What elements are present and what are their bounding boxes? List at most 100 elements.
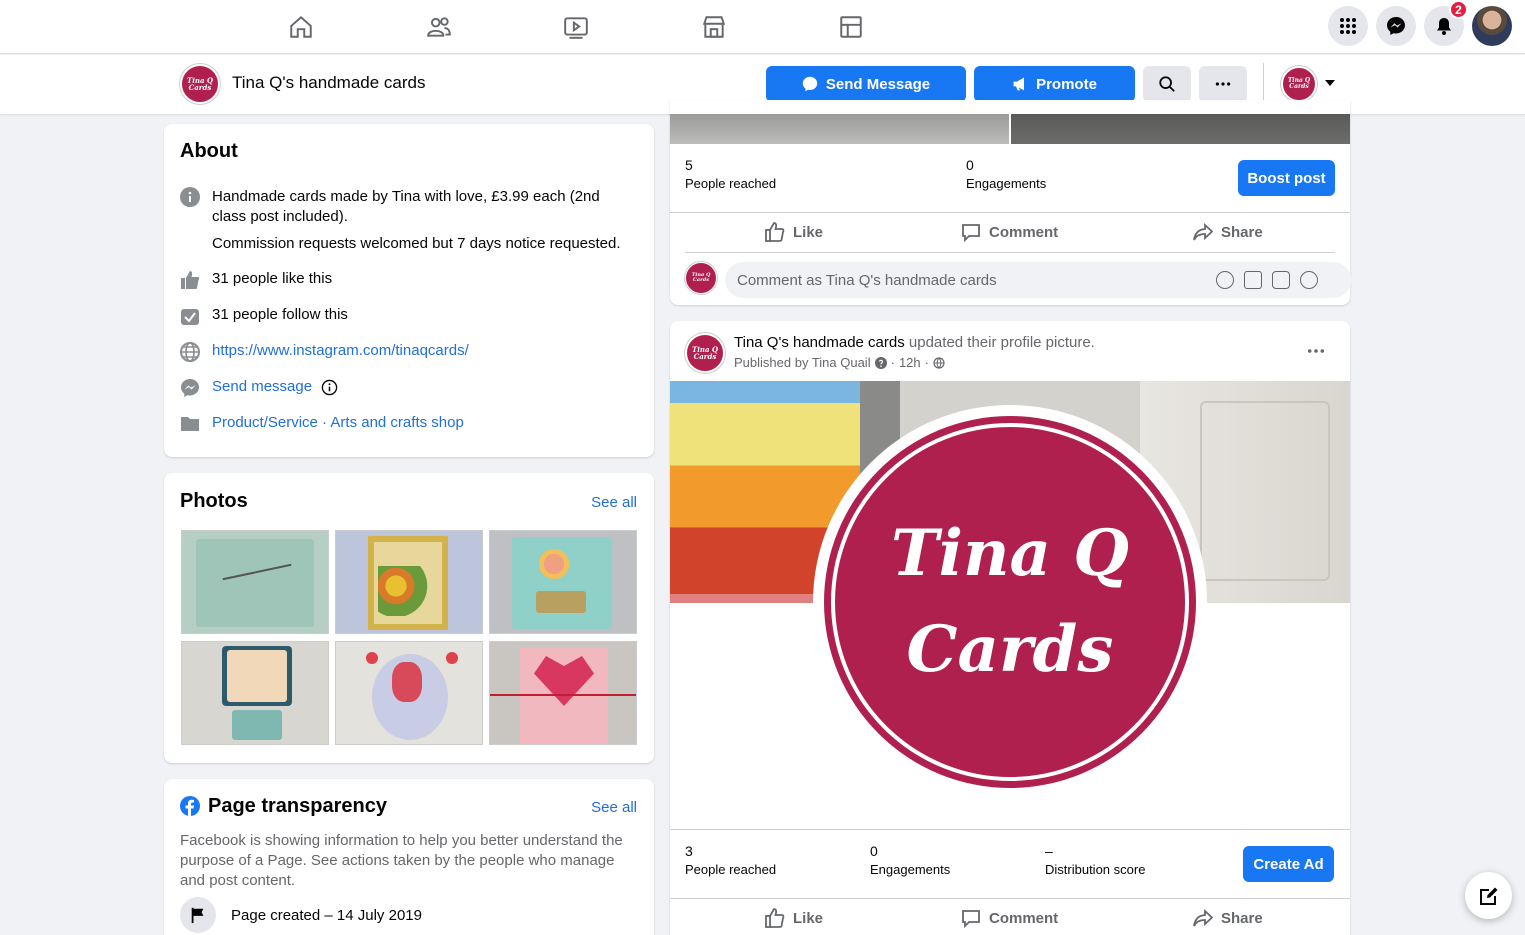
- comment-input[interactable]: Comment as Tina Q's handmade cards: [725, 262, 1351, 298]
- promote-button[interactable]: Promote: [974, 66, 1135, 102]
- category-link-product[interactable]: Product/Service: [212, 414, 318, 431]
- distribution-score-label: Distribution score: [1045, 862, 1146, 877]
- photo-thumbnail[interactable]: [489, 641, 637, 745]
- transparency-see-all-link[interactable]: See all: [591, 799, 637, 816]
- friends-icon[interactable]: [409, 8, 469, 46]
- post-options-icon[interactable]: [1307, 348, 1325, 354]
- engagements-label: Engagements: [870, 862, 951, 877]
- share-label: Share: [1221, 223, 1263, 241]
- published-by: Published by Tina Quail: [734, 355, 871, 370]
- page-title[interactable]: Tina Q's handmade cards: [232, 73, 426, 93]
- new-message-button[interactable]: [1465, 872, 1512, 919]
- photo-thumbnail[interactable]: [335, 641, 483, 745]
- comment-label: Comment: [989, 909, 1059, 927]
- sticker-icon[interactable]: [1300, 271, 1318, 289]
- switch-profile-avatar[interactable]: Tina Q Cards: [1281, 66, 1317, 102]
- distribution-score-stat: – Distribution score: [1045, 843, 1145, 877]
- post-time[interactable]: 12h: [899, 355, 921, 370]
- create-ad-button[interactable]: Create Ad: [1243, 846, 1334, 882]
- engagements-label: Engagements: [966, 176, 1047, 191]
- photo-thumbnail[interactable]: [181, 530, 329, 634]
- comment-placeholder: Comment as Tina Q's handmade cards: [737, 272, 997, 289]
- send-message-link[interactable]: Send message: [212, 378, 312, 395]
- likes-row: 31 people like this: [180, 270, 332, 290]
- people-reached-label: People reached: [685, 176, 777, 191]
- category-row: Product/Service · Arts and crafts shop: [180, 414, 464, 434]
- search-button[interactable]: [1143, 66, 1191, 102]
- share-label: Share: [1221, 909, 1263, 927]
- post-card: Tina Q Cards Tina Q's handmade cards upda…: [670, 321, 1350, 935]
- flag-icon: [180, 897, 216, 933]
- people-reached-stat: 5 People reached: [685, 157, 776, 191]
- messenger-button[interactable]: [1376, 6, 1416, 46]
- messenger-icon: [1387, 17, 1405, 35]
- like-button[interactable]: Like: [765, 908, 823, 928]
- gaming-icon[interactable]: [821, 8, 881, 46]
- watch-icon[interactable]: [546, 8, 606, 46]
- public-globe-icon: [933, 356, 945, 369]
- share-button[interactable]: Share: [1193, 222, 1263, 242]
- photo-thumbnail[interactable]: [181, 641, 329, 745]
- about-card: About Handmade cards made by Tina with l…: [164, 124, 654, 457]
- website-link[interactable]: https://www.instagram.com/tinaqcards/: [212, 342, 469, 359]
- facebook-logo-icon: [180, 796, 200, 816]
- website-row: https://www.instagram.com/tinaqcards/: [180, 342, 469, 362]
- category-separator: ·: [317, 414, 331, 431]
- share-button[interactable]: Share: [1193, 908, 1263, 928]
- divider: [685, 252, 1335, 253]
- post-author-avatar[interactable]: Tina Q Cards: [685, 333, 725, 373]
- post-author-link[interactable]: Tina Q's handmade cards: [734, 334, 905, 351]
- comment-button[interactable]: Comment: [961, 222, 1058, 242]
- like-icon: [765, 908, 785, 928]
- home-icon[interactable]: [271, 8, 331, 46]
- like-label: Like: [793, 909, 824, 927]
- gif-icon[interactable]: [1272, 271, 1290, 289]
- commenter-avatar: Tina Q Cards: [685, 262, 717, 294]
- post-header-text: Tina Q's handmade cards updated their pr…: [734, 334, 1095, 351]
- notification-count-badge: 2: [1449, 0, 1468, 19]
- page-logo[interactable]: Tina Q Cards: [180, 64, 220, 104]
- engagements-stat: 0 Engagements: [870, 843, 950, 877]
- photo-thumbnail[interactable]: [335, 530, 483, 634]
- like-button[interactable]: Like: [765, 222, 823, 242]
- more-icon: [1215, 82, 1231, 86]
- comment-label: Comment: [989, 223, 1059, 241]
- photos-see-all-link[interactable]: See all: [591, 494, 637, 511]
- share-icon: [1193, 908, 1213, 927]
- post-image-strip: [670, 114, 1009, 144]
- photos-heading: Photos: [180, 490, 248, 512]
- megaphone-icon: [1013, 77, 1025, 91]
- account-avatar[interactable]: [1472, 6, 1512, 46]
- info-outline-icon[interactable]: [321, 379, 338, 396]
- chevron-down-icon[interactable]: [1324, 79, 1336, 87]
- people-reached-label: People reached: [685, 862, 777, 877]
- category-link-arts[interactable]: Arts and crafts shop: [330, 414, 463, 431]
- page-created-text: Page created – 14 July 2019: [231, 906, 422, 924]
- post-meta: Published by Tina Quail · 12h ·: [734, 355, 945, 370]
- category-icon: [180, 414, 200, 434]
- like-icon: [765, 222, 785, 242]
- menu-grid-button[interactable]: [1328, 6, 1368, 46]
- promote-label: Promote: [1036, 75, 1097, 93]
- profile-picture-image[interactable]: Tina Q Cards: [813, 405, 1207, 799]
- send-message-button[interactable]: Send Message: [766, 66, 966, 102]
- description-line-2: Commission requests welcomed but 7 days …: [212, 235, 621, 252]
- transparency-heading: Page transparency: [208, 795, 387, 817]
- boost-post-button[interactable]: Boost post: [1238, 160, 1335, 196]
- help-icon[interactable]: [874, 356, 887, 369]
- camera-icon[interactable]: [1244, 271, 1262, 289]
- marketplace-icon[interactable]: [684, 8, 744, 46]
- divider: [670, 212, 1350, 213]
- engagements-value: 0: [870, 843, 878, 859]
- send-message-label: Send Message: [825, 75, 931, 93]
- more-options-button[interactable]: [1199, 66, 1247, 102]
- messenger-icon: [180, 378, 200, 398]
- follow-check-icon: [180, 306, 200, 326]
- search-icon: [1159, 76, 1175, 92]
- notifications-button[interactable]: 2: [1424, 0, 1468, 46]
- comment-button[interactable]: Comment: [961, 908, 1058, 928]
- photo-thumbnail[interactable]: [489, 530, 637, 634]
- engagements-value: 0: [966, 157, 974, 173]
- emoji-icon[interactable]: [1216, 271, 1234, 289]
- thumbs-up-icon: [180, 270, 200, 290]
